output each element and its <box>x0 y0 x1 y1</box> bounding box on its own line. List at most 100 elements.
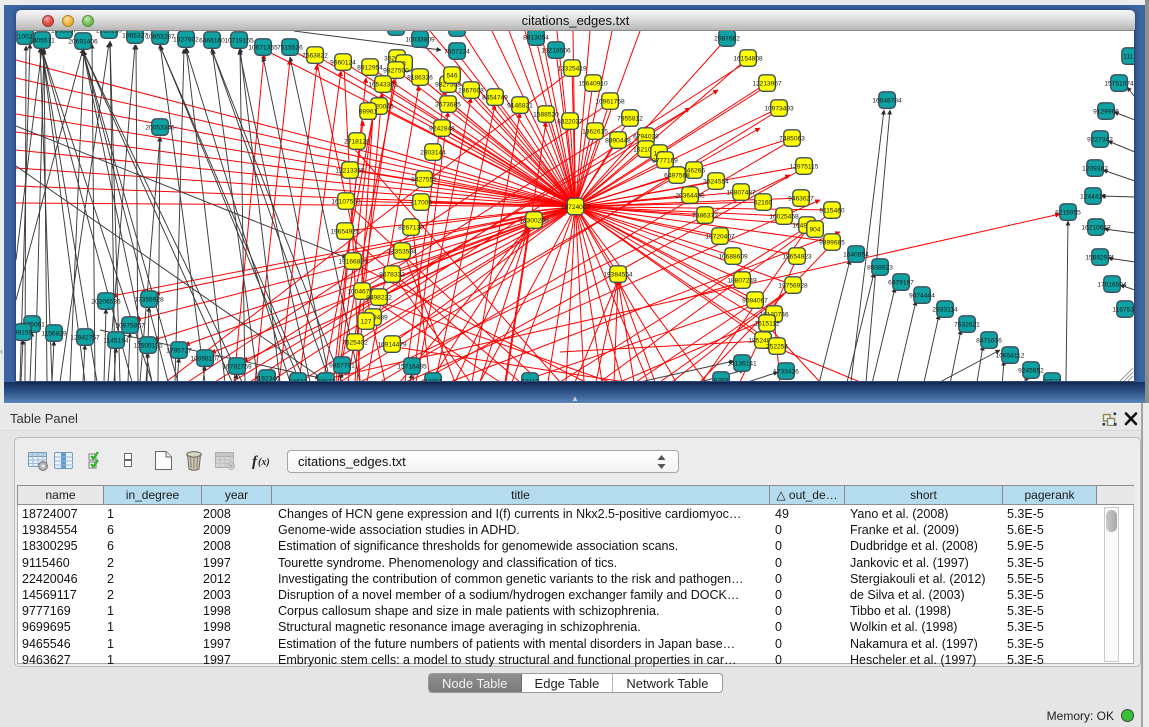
svg-text:1640954: 1640954 <box>843 251 869 258</box>
svg-text:6466160: 6466160 <box>199 37 225 44</box>
svg-text:90871: 90871 <box>317 378 336 382</box>
svg-text:90521: 90521 <box>1043 378 1062 382</box>
svg-text:15640910: 15640910 <box>578 80 608 87</box>
svg-text:20364436: 20364436 <box>675 192 705 199</box>
svg-text:1698337: 1698337 <box>51 31 77 34</box>
svg-text:6879197: 6879197 <box>888 279 914 286</box>
svg-text:10025458: 10025458 <box>769 213 799 220</box>
svg-text:1795727: 1795727 <box>166 347 192 354</box>
svg-text:6497568: 6497568 <box>664 172 690 179</box>
svg-text:15720407: 15720407 <box>705 233 735 240</box>
svg-text:7485063: 7485063 <box>779 135 805 142</box>
svg-text:12213967: 12213967 <box>752 80 782 87</box>
svg-text:1065327: 1065327 <box>122 32 148 39</box>
svg-text:9146821: 9146821 <box>507 102 533 109</box>
svg-text:16543382: 16543382 <box>368 81 398 88</box>
svg-text:10958107: 10958107 <box>190 355 220 362</box>
svg-text:98961: 98961 <box>359 108 378 115</box>
svg-text:7557224: 7557224 <box>444 48 470 55</box>
svg-text:8267130: 8267130 <box>398 224 424 231</box>
svg-text:9777169: 9777169 <box>652 157 678 164</box>
svg-text:10688609: 10688609 <box>718 253 748 260</box>
svg-text:6794028: 6794028 <box>633 133 659 140</box>
svg-text:2718126: 2718126 <box>344 138 370 145</box>
svg-text:7632621: 7632621 <box>954 321 980 328</box>
svg-text:1112: 1112 <box>1123 53 1135 60</box>
svg-text:10671355: 10671355 <box>248 44 278 51</box>
svg-text:2013150: 2013150 <box>96 31 122 34</box>
svg-text:19654923: 19654923 <box>782 253 812 260</box>
svg-text:12942757: 12942757 <box>70 334 100 341</box>
svg-text:15692971: 15692971 <box>1085 254 1115 261</box>
svg-text:1733426: 1733426 <box>773 368 799 375</box>
svg-text:8293: 8293 <box>714 377 729 382</box>
svg-text:20691406: 20691406 <box>68 38 98 45</box>
svg-text:904: 904 <box>809 226 820 233</box>
svg-text:10719155: 10719155 <box>224 37 254 44</box>
svg-text:7625402: 7625402 <box>342 339 368 346</box>
svg-text:9857791: 9857791 <box>329 362 355 369</box>
svg-text:10654112: 10654112 <box>996 352 1025 359</box>
svg-text:9115460: 9115460 <box>819 207 845 214</box>
svg-text:19166825: 19166825 <box>338 258 368 265</box>
svg-text:8215955: 8215955 <box>1055 209 1081 216</box>
svg-text:1192346: 1192346 <box>254 375 280 382</box>
svg-text:16154808: 16154808 <box>733 55 763 62</box>
svg-text:9084067: 9084067 <box>742 297 768 304</box>
svg-text:127: 127 <box>360 318 371 325</box>
svg-text:2867608: 2867608 <box>458 87 484 94</box>
svg-text:8912954: 8912954 <box>357 64 383 71</box>
svg-text:20206536: 20206536 <box>91 298 121 305</box>
svg-text:10973493: 10973493 <box>764 105 794 112</box>
svg-text:1588520: 1588520 <box>533 111 559 118</box>
svg-text:546: 546 <box>446 72 457 79</box>
svg-text:9245652: 9245652 <box>1018 367 1044 374</box>
svg-text:7386372: 7386372 <box>692 212 718 219</box>
svg-text:1527602: 1527602 <box>173 36 199 43</box>
svg-text:10975867: 10975867 <box>115 322 145 329</box>
svg-text:16648784: 16648784 <box>872 97 902 104</box>
svg-text:12975115: 12975115 <box>790 163 819 170</box>
svg-text:8498222: 8498222 <box>366 294 392 301</box>
svg-text:13325419: 13325419 <box>557 65 587 72</box>
svg-text:8813054: 8813054 <box>523 34 549 41</box>
svg-text:1156829: 1156829 <box>41 330 67 337</box>
svg-text:19218506: 19218506 <box>541 47 571 54</box>
svg-text:99159: 99159 <box>16 329 32 336</box>
svg-text:2933114: 2933114 <box>932 306 958 313</box>
svg-text:2087682: 2087682 <box>714 35 740 42</box>
svg-text:9827500: 9827500 <box>383 67 409 74</box>
svg-text:15751074: 15751074 <box>1104 80 1134 87</box>
svg-text:3673685: 3673685 <box>435 101 461 108</box>
svg-text:9899685: 9899685 <box>819 239 845 246</box>
svg-text:12505135: 12505135 <box>133 342 163 349</box>
svg-text:10961758: 10961758 <box>595 98 625 105</box>
svg-text:9129966: 9129966 <box>1093 108 1119 115</box>
svg-text:10853287: 10853287 <box>145 33 175 40</box>
svg-text:1362615: 1362615 <box>582 128 608 135</box>
svg-text:62160: 62160 <box>754 199 773 206</box>
svg-text:18807249: 18807249 <box>727 277 757 284</box>
svg-text:13353594: 13353594 <box>387 248 417 255</box>
svg-text:52110: 52110 <box>521 378 539 382</box>
svg-text:2405571: 2405571 <box>29 37 55 44</box>
svg-text:955: 955 <box>451 31 462 32</box>
svg-text:9463627: 9463627 <box>788 195 814 202</box>
svg-text:9227342: 9227342 <box>1087 136 1113 143</box>
svg-text:8454749: 8454749 <box>482 94 508 101</box>
svg-text:12213369: 12213369 <box>335 167 365 174</box>
svg-text:9660124: 9660124 <box>330 59 356 66</box>
svg-text:19384554: 19384554 <box>603 271 633 278</box>
svg-text:8322037: 8322037 <box>557 118 583 125</box>
svg-text:3624554: 3624554 <box>703 178 729 185</box>
svg-text:16782759: 16782759 <box>222 363 252 370</box>
svg-text:8678332: 8678332 <box>379 271 405 278</box>
svg-text:8471676: 8471676 <box>976 337 1002 344</box>
svg-text:252254: 252254 <box>766 343 788 350</box>
svg-text:16914479: 16914479 <box>377 341 407 348</box>
svg-text:20053346: 20053346 <box>145 124 175 131</box>
svg-text:2803144: 2803144 <box>420 149 446 156</box>
svg-text:10807487: 10807487 <box>726 189 756 196</box>
svg-text:7663822: 7663822 <box>302 52 328 59</box>
svg-text:(x): (x) <box>258 457 270 468</box>
